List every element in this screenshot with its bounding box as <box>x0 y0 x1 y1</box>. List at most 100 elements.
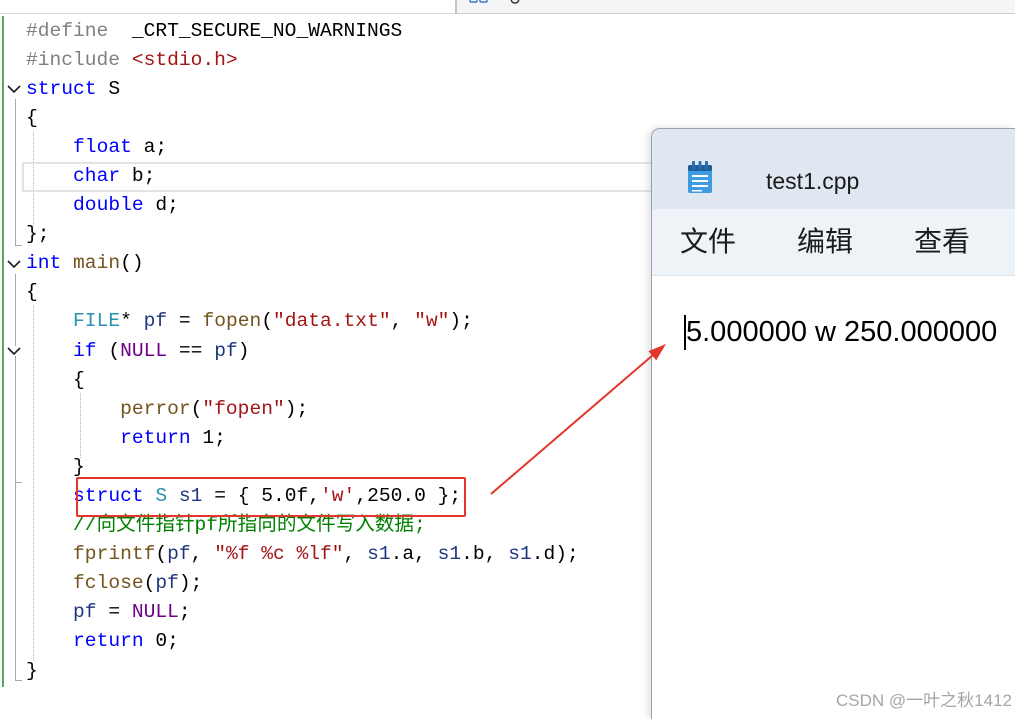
watermark: CSDN @一叶之秋1412 <box>836 691 1012 710</box>
code-text: , <box>390 310 415 333</box>
code-line[interactable]: int main() <box>26 249 579 278</box>
code-text: = <box>167 310 203 333</box>
code-text: a; <box>131 135 168 158</box>
menu-file[interactable]: 文件 <box>680 224 736 260</box>
code-line[interactable]: { <box>26 104 579 133</box>
code-line[interactable]: fclose(pf); <box>26 569 579 598</box>
notepad-menu-bar: 文件 编辑 查看 <box>652 209 1015 276</box>
code-function-name: fclose <box>73 572 144 595</box>
code-line[interactable]: perror("fopen"); <box>26 395 579 424</box>
code-line[interactable]: float a; <box>26 133 579 162</box>
code-string-literal: "fopen" <box>202 397 285 420</box>
code-text-area[interactable]: #define _CRT_SECURE_NO_WARNINGS #include … <box>26 17 579 686</box>
outline-guide-main <box>15 274 16 681</box>
code-variable: s1 <box>367 543 391 566</box>
code-keyword: return <box>120 426 191 449</box>
notepad-icon <box>688 161 712 193</box>
code-keyword: int <box>26 252 62 275</box>
code-text: , <box>190 543 215 566</box>
code-keyword: double <box>73 194 144 217</box>
code-line[interactable]: pf = NULL; <box>26 598 579 627</box>
code-keyword: return <box>73 630 144 653</box>
code-text: ); <box>178 572 203 595</box>
code-preprocessor: #define <box>26 19 109 42</box>
code-macro: NULL <box>120 339 168 362</box>
code-text: }; <box>26 223 50 246</box>
code-function-name: fopen <box>202 310 262 333</box>
outline-guide-struct <box>15 99 16 246</box>
code-text: .a, <box>390 543 438 566</box>
code-line[interactable]: FILE* pf = fopen("data.txt", "w"); <box>26 307 579 336</box>
code-line[interactable]: #include <stdio.h> <box>26 46 579 75</box>
code-keyword: if <box>73 339 97 362</box>
code-line[interactable]: }; <box>26 220 579 249</box>
code-line[interactable]: return 1; <box>26 424 579 453</box>
code-line[interactable]: fprintf(pf, "%f %c %lf", s1.a, s1.b, s1.… <box>26 540 579 569</box>
code-text: 0; <box>143 630 179 653</box>
code-macro: NULL <box>131 601 179 624</box>
code-keyword: float <box>73 135 132 158</box>
document-tab[interactable] <box>455 0 1015 14</box>
menu-edit[interactable]: 编辑 <box>797 224 853 260</box>
notepad-text-area[interactable]: 5.000000 w 250.000000 <box>652 276 1015 719</box>
chevron-down-icon[interactable] <box>7 84 21 94</box>
code-variable: pf <box>143 310 168 333</box>
code-text: _CRT_SECURE_NO_WARNINGS <box>108 19 403 42</box>
notepad-title-bar[interactable]: test1.cpp <box>652 129 1015 209</box>
menu-view[interactable]: 查看 <box>914 224 970 260</box>
code-function-name: perror <box>120 397 191 420</box>
document-tab-strip <box>0 0 1015 14</box>
code-line[interactable]: { <box>26 278 579 307</box>
code-keyword: char <box>73 164 121 187</box>
code-line[interactable]: struct S <box>26 75 579 104</box>
code-line[interactable]: #define _CRT_SECURE_NO_WARNINGS <box>26 17 579 46</box>
tab-label-fragment <box>510 0 520 4</box>
code-text: b; <box>120 164 156 187</box>
code-variable: pf <box>214 339 238 362</box>
code-function-name: main <box>73 252 121 275</box>
code-text: { <box>26 368 85 391</box>
code-keyword: struct <box>26 77 97 100</box>
code-string-literal: "data.txt" <box>273 310 391 333</box>
outline-end-main <box>15 680 22 681</box>
outline-end-struct <box>15 245 22 246</box>
code-line[interactable]: if (NULL == pf) <box>26 337 579 366</box>
chevron-down-icon[interactable] <box>7 259 21 269</box>
code-text: ( <box>143 572 156 595</box>
code-variable: pf <box>73 601 97 624</box>
code-variable: pf <box>167 543 191 566</box>
code-text: ( <box>190 397 203 420</box>
code-text: } <box>26 455 85 478</box>
code-line[interactable]: } <box>26 657 579 686</box>
code-text: ) <box>237 339 250 362</box>
code-line[interactable]: double d; <box>26 191 579 220</box>
code-text: d; <box>143 194 179 217</box>
code-text: ( <box>96 339 121 362</box>
chevron-down-icon[interactable] <box>7 346 21 356</box>
code-function-name: fprintf <box>73 543 156 566</box>
notepad-tab-title[interactable]: test1.cpp <box>766 166 859 196</box>
code-line[interactable]: return 0; <box>26 627 579 656</box>
code-text: ); <box>449 310 473 333</box>
notepad-window[interactable]: test1.cpp 文件 编辑 查看 5.000000 w 250.000000 <box>651 128 1015 719</box>
code-line[interactable]: { <box>26 366 579 395</box>
annotation-highlight-box <box>76 477 466 517</box>
code-text: = <box>96 601 132 624</box>
code-line[interactable]: char b; <box>26 162 579 191</box>
code-string-literal: "%f %c %lf" <box>214 543 344 566</box>
code-text: ); <box>284 397 309 420</box>
code-comment: //向文件指针pf所指向的文件写入数据; <box>73 514 426 537</box>
code-variable: s1 <box>437 543 462 566</box>
code-preprocessor: #include <box>26 48 121 71</box>
